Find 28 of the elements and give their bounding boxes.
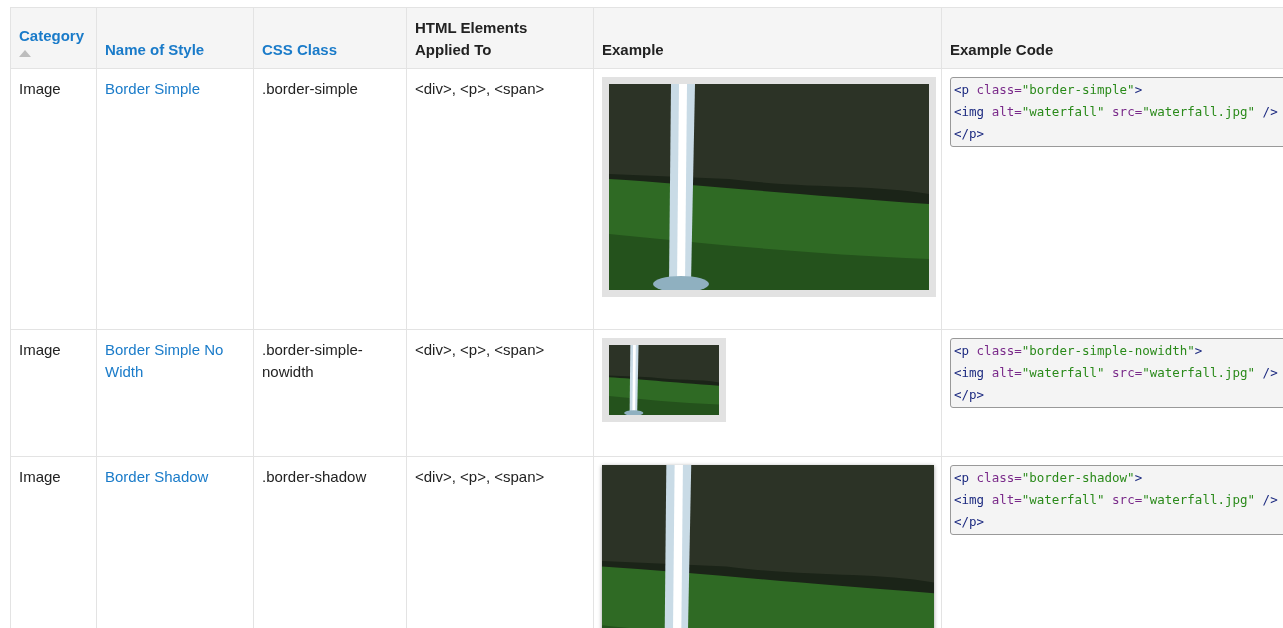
- table-cell: .border-simple: [254, 69, 407, 329]
- code-line: <img alt="waterfall" src="waterfall.jpg" />: [954, 491, 1279, 509]
- code-line: </p>: [954, 386, 986, 404]
- code-line: <p class="border-simple-nowidth">: [954, 342, 1204, 360]
- sort-ascending-icon: [19, 49, 31, 57]
- style-name-link[interactable]: Border Simple No Width: [105, 339, 245, 383]
- table-cell: <div>, <p>, <span>: [407, 330, 594, 456]
- table-cell: Image: [11, 457, 97, 628]
- table-cell: .border-simple-nowidth: [254, 330, 407, 456]
- code-line: <img alt="waterfall" src="waterfall.jpg" />: [954, 364, 1279, 382]
- column-header: Example Code: [942, 8, 1283, 68]
- table-cell: Image: [11, 330, 97, 456]
- style-name-link[interactable]: Border Shadow: [105, 466, 245, 488]
- column-header: Example: [594, 8, 942, 68]
- table-cell: <div>, <p>, <span>: [407, 457, 594, 628]
- column-header[interactable]: CSS Class: [254, 8, 407, 68]
- table-cell: .border-shadow: [254, 457, 407, 628]
- code-line: </p>: [954, 125, 986, 143]
- code-line: <p class="border-shadow">: [954, 469, 1144, 487]
- code-line: </p>: [954, 513, 986, 531]
- style-name-link[interactable]: Border Simple: [105, 78, 245, 100]
- table-cell: Image: [11, 69, 97, 329]
- code-line: <p class="border-simple">: [954, 81, 1144, 99]
- column-header[interactable]: Name of Style: [97, 8, 254, 68]
- table-cell: <div>, <p>, <span>: [407, 69, 594, 329]
- code-line: <img alt="waterfall" src="waterfall.jpg" />: [954, 103, 1279, 121]
- column-header[interactable]: Category: [11, 8, 97, 68]
- column-header: HTML Elements Applied To: [407, 8, 594, 68]
